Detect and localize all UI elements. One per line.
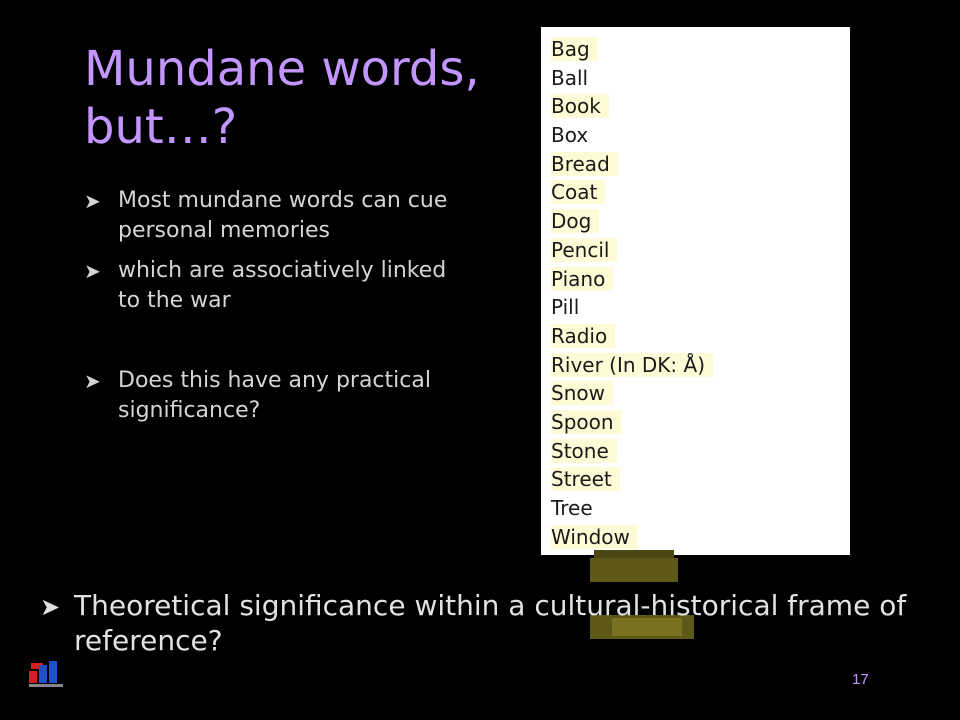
word-item: Box bbox=[551, 123, 589, 148]
bullet-item: ➤ which are associatively linked to the … bbox=[84, 256, 454, 316]
word-item: Ball bbox=[551, 65, 589, 90]
arrow-bullet-icon: ➤ bbox=[84, 369, 101, 393]
page-number: 17 bbox=[852, 671, 869, 688]
word-item: Bread bbox=[541, 150, 850, 179]
bullet-item: ➤ Most mundane words can cue personal me… bbox=[84, 186, 454, 246]
word-item: Spoon bbox=[541, 408, 850, 437]
bullet-text: Does this have any practical significanc… bbox=[118, 368, 431, 423]
bullet-list: ➤ Most mundane words can cue personal me… bbox=[84, 186, 454, 426]
slide-title: Mundane words, but…? bbox=[84, 41, 480, 155]
word-item: Coat bbox=[541, 178, 850, 207]
decorative-block bbox=[590, 558, 678, 582]
institution-logo-icon bbox=[29, 661, 63, 689]
theory-bullet: ➤ Theoretical significance within a cult… bbox=[40, 588, 954, 658]
word-item: Dog bbox=[541, 207, 850, 236]
word-item: Street bbox=[541, 465, 850, 494]
word-item: Piano bbox=[541, 265, 850, 294]
word-item: Stone bbox=[541, 437, 850, 466]
bullet-item: ➤ Does this have any practical significa… bbox=[84, 366, 454, 426]
word-item: Snow bbox=[541, 379, 850, 408]
word-item: Radio bbox=[541, 322, 850, 351]
bullet-text: Most mundane words can cue personal memo… bbox=[118, 188, 448, 243]
word-list-panel: Bag Ball Book Box Bread Coat Dog Pencil … bbox=[541, 27, 850, 555]
slide: Mundane words, but…? ➤ Most mundane word… bbox=[0, 0, 960, 720]
arrow-bullet-icon: ➤ bbox=[40, 593, 61, 621]
bullet-text: which are associatively linked to the wa… bbox=[118, 258, 447, 313]
arrow-bullet-icon: ➤ bbox=[84, 259, 101, 283]
theory-text: Theoretical significance within a cultur… bbox=[74, 589, 907, 657]
word-item: Book bbox=[541, 92, 850, 121]
word-item: Window bbox=[541, 523, 850, 552]
word-item: Tree bbox=[551, 496, 593, 520]
arrow-bullet-icon: ➤ bbox=[84, 189, 101, 213]
word-item: Pill bbox=[551, 295, 580, 320]
word-item: Pencil bbox=[541, 236, 850, 265]
word-item: River (In DK: Å) bbox=[541, 351, 850, 380]
word-item: Bag bbox=[541, 35, 850, 64]
